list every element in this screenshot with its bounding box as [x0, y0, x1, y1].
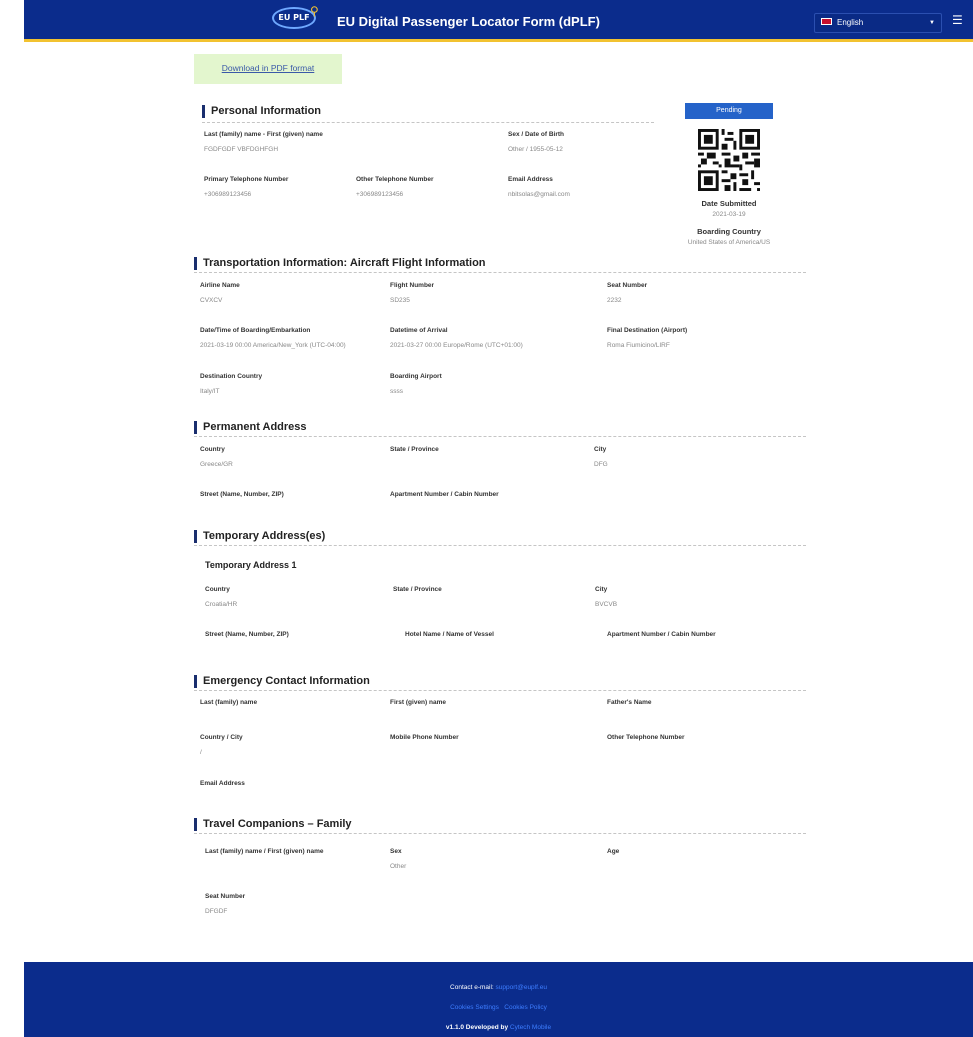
download-pdf-link[interactable]: Download in PDF format	[194, 63, 342, 73]
temp-country-label: Country	[205, 586, 230, 593]
primary-phone-value: +306989123456	[204, 191, 252, 198]
section-divider	[194, 436, 806, 437]
sex-dob-label: Sex / Date of Birth	[508, 131, 564, 138]
section-divider	[194, 690, 806, 691]
final-destination-value: Roma Fiumicino/LIRF	[607, 342, 670, 349]
boarding-country-label: Boarding Country	[697, 227, 761, 236]
footer-version: v1.1.0 Developed by Cytech Mobile	[24, 1024, 973, 1031]
name-label: Last (family) name - First (given) name	[204, 131, 323, 138]
footer-version-text: v1.1.0 Developed by	[445, 1024, 509, 1031]
developer-link[interactable]: Cytech Mobile	[510, 1024, 551, 1031]
footer-contact: Contact e-mail: support@euplf.eu	[24, 984, 973, 991]
footer-contact-label: Contact e-mail:	[450, 984, 494, 991]
seat-number-label: Seat Number	[607, 282, 648, 289]
sex-dob-value: Other / 1955-05-12	[508, 146, 563, 153]
section-title-companions: Travel Companions – Family	[194, 818, 352, 831]
companion-name-label: Last (family) name / First (given) name	[205, 848, 324, 855]
caret-down-icon: ▼	[929, 20, 935, 26]
eu-plf-logo[interactable]: EU PLF ⚲	[272, 5, 324, 35]
other-phone-value: +306989123456	[356, 191, 404, 198]
temp-apartment-label: Apartment Number / Cabin Number	[607, 631, 716, 638]
perm-city-value: DFG	[594, 461, 608, 468]
temporary-address-1-title: Temporary Address 1	[205, 560, 297, 570]
companion-seat-label: Seat Number	[205, 893, 246, 900]
boarding-time-value: 2021-03-19 00:00 America/New_York (UTC-0…	[200, 342, 346, 349]
email-label: Email Address	[508, 176, 553, 183]
section-title-permanent: Permanent Address	[194, 421, 307, 434]
emergency-mobile-label: Mobile Phone Number	[390, 734, 459, 741]
page-footer: Contact e-mail: support@euplf.eu Cookies…	[24, 962, 973, 1037]
language-select[interactable]: English ▼	[814, 13, 942, 33]
airline-label: Airline Name	[200, 282, 240, 289]
section-title-temporary: Temporary Address(es)	[194, 530, 325, 543]
hamburger-menu-icon[interactable]: ☰	[952, 14, 963, 26]
primary-phone-label: Primary Telephone Number	[204, 176, 289, 183]
email-value: nbitsolas@gmail.com	[508, 191, 570, 198]
destination-country-value: Italy/IT	[200, 388, 220, 395]
top-header: EU PLF ⚲ EU Digital Passenger Locator Fo…	[24, 0, 973, 42]
footer-contact-email-link[interactable]: support@euplf.eu	[496, 984, 547, 991]
language-selected: English	[837, 18, 864, 27]
flight-number-label: Flight Number	[390, 282, 435, 289]
page-title: EU Digital Passenger Locator Form (dPLF)	[337, 14, 600, 29]
page-frame: EU PLF ⚲ EU Digital Passenger Locator Fo…	[24, 0, 973, 1037]
seat-number-value: 2232	[607, 297, 622, 304]
temp-state-label: State / Province	[393, 586, 442, 593]
section-title-transport: Transportation Information: Aircraft Fli…	[194, 257, 486, 270]
emergency-country-city-value: /	[200, 749, 202, 756]
location-pin-icon: ⚲	[310, 4, 319, 18]
arrival-time-label: Datetime of Arrival	[390, 327, 448, 334]
date-submitted-label: Date Submitted	[701, 199, 757, 208]
status-badge: Pending	[685, 103, 773, 119]
section-divider	[194, 545, 806, 546]
temp-city-value: BVCVB	[595, 601, 618, 608]
section-title-personal: Personal Information	[202, 105, 321, 118]
boarding-country-value: United States of America/US	[687, 239, 771, 246]
emergency-email-label: Email Address	[200, 780, 245, 787]
cookies-settings-link[interactable]: Cookies Settings	[450, 1004, 499, 1011]
airline-value: CVXCV	[200, 297, 223, 304]
qr-code	[698, 129, 760, 191]
final-destination-label: Final Destination (Airport)	[607, 327, 688, 334]
temp-hotel-label: Hotel Name / Name of Vessel	[405, 631, 494, 638]
companion-sex-label: Sex	[390, 848, 402, 855]
boarding-airport-label: Boarding Airport	[390, 373, 442, 380]
section-divider	[194, 272, 806, 273]
emergency-first-name-label: First (given) name	[390, 699, 446, 706]
section-divider	[194, 833, 806, 834]
boarding-time-label: Date/Time of Boarding/Embarkation	[200, 327, 311, 334]
temp-country-value: Croatia/HR	[205, 601, 238, 608]
footer-cookies: Cookies Settings Cookies Policy	[24, 1004, 973, 1011]
emergency-country-city-label: Country / City	[200, 734, 243, 741]
date-submitted-value: 2021-03-19	[712, 211, 746, 218]
emergency-last-name-label: Last (family) name	[200, 699, 258, 706]
perm-city-label: City	[594, 446, 607, 453]
temp-street-label: Street (Name, Number, ZIP)	[205, 631, 289, 638]
emergency-father-label: Father's Name	[607, 699, 652, 706]
companion-age-label: Age	[607, 848, 620, 855]
other-phone-label: Other Telephone Number	[356, 176, 434, 183]
temp-city-label: City	[595, 586, 608, 593]
left-margin	[0, 0, 24, 1037]
perm-state-label: State / Province	[390, 446, 439, 453]
perm-apartment-label: Apartment Number / Cabin Number	[390, 491, 499, 498]
section-title-emergency: Emergency Contact Information	[194, 675, 370, 688]
companion-sex-value: Other	[390, 863, 407, 870]
section-divider	[202, 122, 654, 123]
companion-seat-value: DFGDF	[205, 908, 228, 915]
uk-flag-icon	[821, 18, 832, 26]
name-value: FGDFGDF VBFDGHFGH	[204, 146, 279, 153]
cookies-policy-link[interactable]: Cookies Policy	[504, 1004, 547, 1011]
perm-street-label: Street (Name, Number, ZIP)	[200, 491, 284, 498]
emergency-other-phone-label: Other Telephone Number	[607, 734, 685, 741]
boarding-airport-value: ssss	[390, 388, 403, 395]
destination-country-label: Destination Country	[200, 373, 263, 380]
flight-number-value: SD235	[390, 297, 410, 304]
perm-country-value: Greece/GR	[200, 461, 233, 468]
download-pdf-box: Download in PDF format	[194, 54, 342, 84]
perm-country-label: Country	[200, 446, 225, 453]
arrival-time-value: 2021-03-27 00:00 Europe/Rome (UTC+01:00)	[390, 342, 523, 349]
